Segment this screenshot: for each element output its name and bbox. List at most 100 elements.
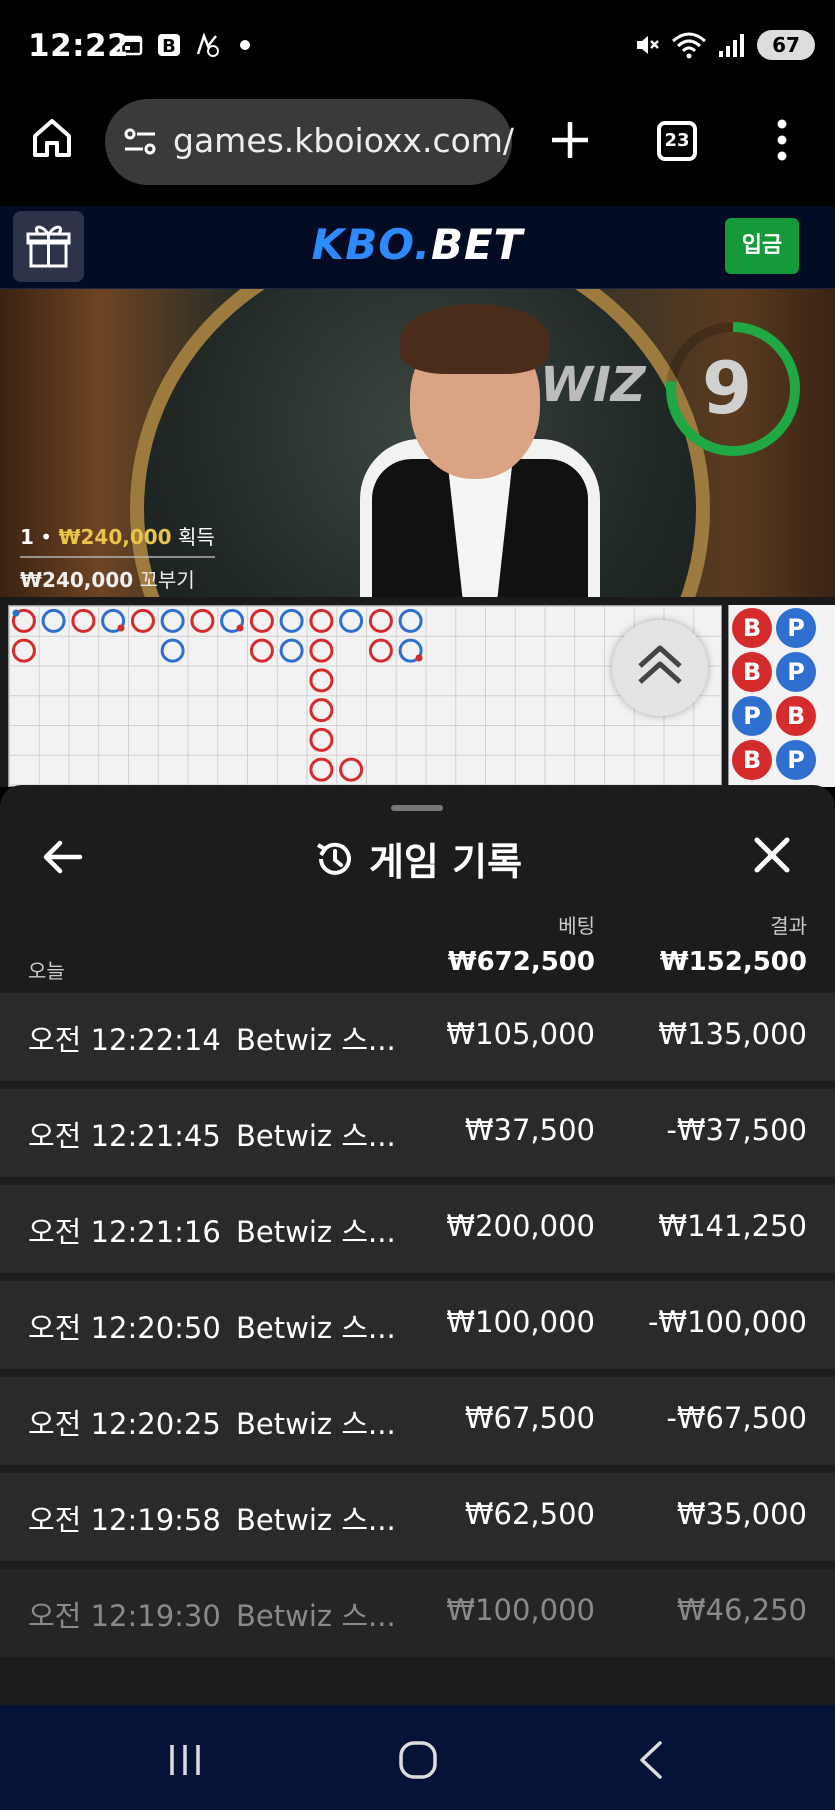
site-header: KBO.BET 입금 (0, 206, 835, 289)
status-right-icons: 67 (633, 30, 815, 60)
road-pair-dot (117, 624, 125, 632)
screen: 12:22 B 67 games.kboioxx.com/ 23 KBO.BET (0, 0, 835, 1810)
road-mark (339, 608, 364, 633)
total-result: ₩152,500 (659, 947, 807, 977)
row-bet: ₩100,000 (446, 1593, 595, 1627)
back-button-icon[interactable] (628, 1735, 678, 1785)
road-mark (249, 608, 274, 633)
row-bet: ₩100,000 (446, 1305, 595, 1339)
tail-info: ₩240,000 꼬부기 (20, 564, 195, 593)
row-result: -₩37,500 (666, 1113, 807, 1147)
row-bet: ₩62,500 (464, 1497, 595, 1531)
road-mark (190, 608, 215, 633)
countdown-value: 9 (702, 346, 752, 430)
scroll-up-button[interactable] (612, 620, 708, 716)
row-game: Betwiz 스... (236, 1119, 396, 1153)
row-time: 오전 12:21:45 (28, 1119, 221, 1153)
total-bet: ₩672,500 (447, 947, 595, 977)
site-logo[interactable]: KBO.BET (0, 220, 835, 269)
home-icon[interactable] (30, 116, 74, 160)
row-time: 오전 12:21:16 (28, 1215, 221, 1249)
tail-amount: ₩240,000 (20, 568, 134, 592)
live-video[interactable]: WIZ 9 1 • ₩240,000 획득 ₩240,000 꼬부기 (0, 289, 835, 597)
road-mark (368, 638, 393, 663)
road-mark (309, 638, 334, 663)
site-settings-icon[interactable] (123, 125, 157, 159)
roadmap-area (0, 597, 835, 787)
bead-road[interactable]: B P B P P B B P (728, 605, 835, 787)
close-icon[interactable] (752, 835, 792, 875)
history-icon (316, 842, 351, 875)
row-game: Betwiz 스... (236, 1599, 396, 1633)
dealer-hair (400, 304, 550, 374)
notification-dot (240, 40, 250, 50)
signal-icon (719, 34, 744, 57)
b-app-icon: B (158, 34, 180, 57)
status-time: 12:22 (28, 28, 130, 64)
tab-switcher-button[interactable]: 23 (657, 121, 697, 161)
deposit-button[interactable]: 입금 (725, 218, 799, 274)
road-mark (309, 668, 334, 693)
road-mark (249, 638, 274, 663)
brand-overlay: WIZ (540, 357, 646, 413)
system-nav-bar (0, 1705, 835, 1810)
road-mark (71, 608, 96, 633)
sheet-drag-handle[interactable] (391, 805, 443, 811)
row-bet: ₩37,500 (464, 1113, 595, 1147)
history-row[interactable]: 오전 12:21:16 Betwiz 스... ₩200,000 ₩141,25… (0, 1185, 835, 1273)
winner-rank: 1 (20, 525, 34, 549)
status-bar: 12:22 B 67 (0, 0, 835, 96)
history-row[interactable]: 오전 12:20:25 Betwiz 스... ₩67,500 -₩67,500 (0, 1377, 835, 1465)
row-result: ₩35,000 (676, 1497, 807, 1531)
road-mark (309, 727, 334, 752)
url-bar[interactable]: games.kboioxx.com/ (105, 99, 514, 185)
today-label: 오늘 (28, 959, 65, 983)
bead-mark: P (776, 740, 816, 780)
svg-text:B: B (162, 36, 176, 57)
history-row[interactable]: 오전 12:22:14 Betwiz 스... ₩105,000 ₩135,00… (0, 993, 835, 1081)
row-bet: ₩200,000 (446, 1209, 595, 1243)
column-header-result: 결과 (770, 914, 807, 938)
row-result: ₩46,250 (676, 1593, 807, 1627)
row-result: -₩67,500 (666, 1401, 807, 1435)
sheet-title: 게임 기록 (368, 840, 523, 884)
winner-info: 1 • ₩240,000 획득 (20, 521, 215, 550)
recent-apps-icon[interactable] (160, 1735, 210, 1785)
row-bet: ₩67,500 (464, 1401, 595, 1435)
row-game: Betwiz 스... (236, 1407, 396, 1441)
row-time: 오전 12:22:14 (28, 1023, 221, 1057)
bead-mark: B (732, 740, 772, 780)
list-fade (0, 1645, 835, 1705)
bead-mark: B (732, 652, 772, 692)
road-pair-dot (236, 624, 244, 632)
row-game: Betwiz 스... (236, 1311, 396, 1345)
chevron-up-double-icon (638, 645, 682, 684)
more-menu-icon[interactable] (770, 118, 794, 162)
row-game: Betwiz 스... (236, 1503, 396, 1537)
bead-mark: B (776, 696, 816, 736)
history-row[interactable]: 오전 12:19:58 Betwiz 스... ₩62,500 ₩35,000 (0, 1473, 835, 1561)
url-text[interactable]: games.kboioxx.com/ (173, 121, 514, 160)
road-mark (160, 638, 185, 663)
road-pair-dot (415, 654, 423, 662)
new-tab-icon[interactable] (548, 118, 592, 162)
home-button-icon[interactable] (393, 1735, 443, 1785)
road-mark (309, 608, 334, 633)
history-row[interactable]: 오전 12:20:50 Betwiz 스... ₩100,000 -₩100,0… (0, 1281, 835, 1369)
history-row[interactable]: 오전 12:19:30 Betwiz 스... ₩100,000 ₩46,250 (0, 1569, 835, 1657)
browser-toolbar: games.kboioxx.com/ 23 (0, 96, 835, 206)
bead-mark: P (776, 608, 816, 648)
road-mark (309, 757, 334, 782)
wifi-icon (672, 32, 706, 59)
road-mark (130, 608, 155, 633)
row-time: 오전 12:19:30 (28, 1599, 221, 1633)
no-access-icon (196, 32, 219, 57)
history-row[interactable]: 오전 12:21:45 Betwiz 스... ₩37,500 -₩37,500 (0, 1089, 835, 1177)
countdown-timer: 9 (666, 322, 800, 456)
tail-label: 꼬부기 (139, 568, 195, 592)
user-icon: • (40, 525, 53, 549)
road-mark (279, 638, 304, 663)
calendar-icon (119, 35, 143, 56)
row-game: Betwiz 스... (236, 1215, 396, 1249)
row-time: 오전 12:20:25 (28, 1407, 221, 1441)
